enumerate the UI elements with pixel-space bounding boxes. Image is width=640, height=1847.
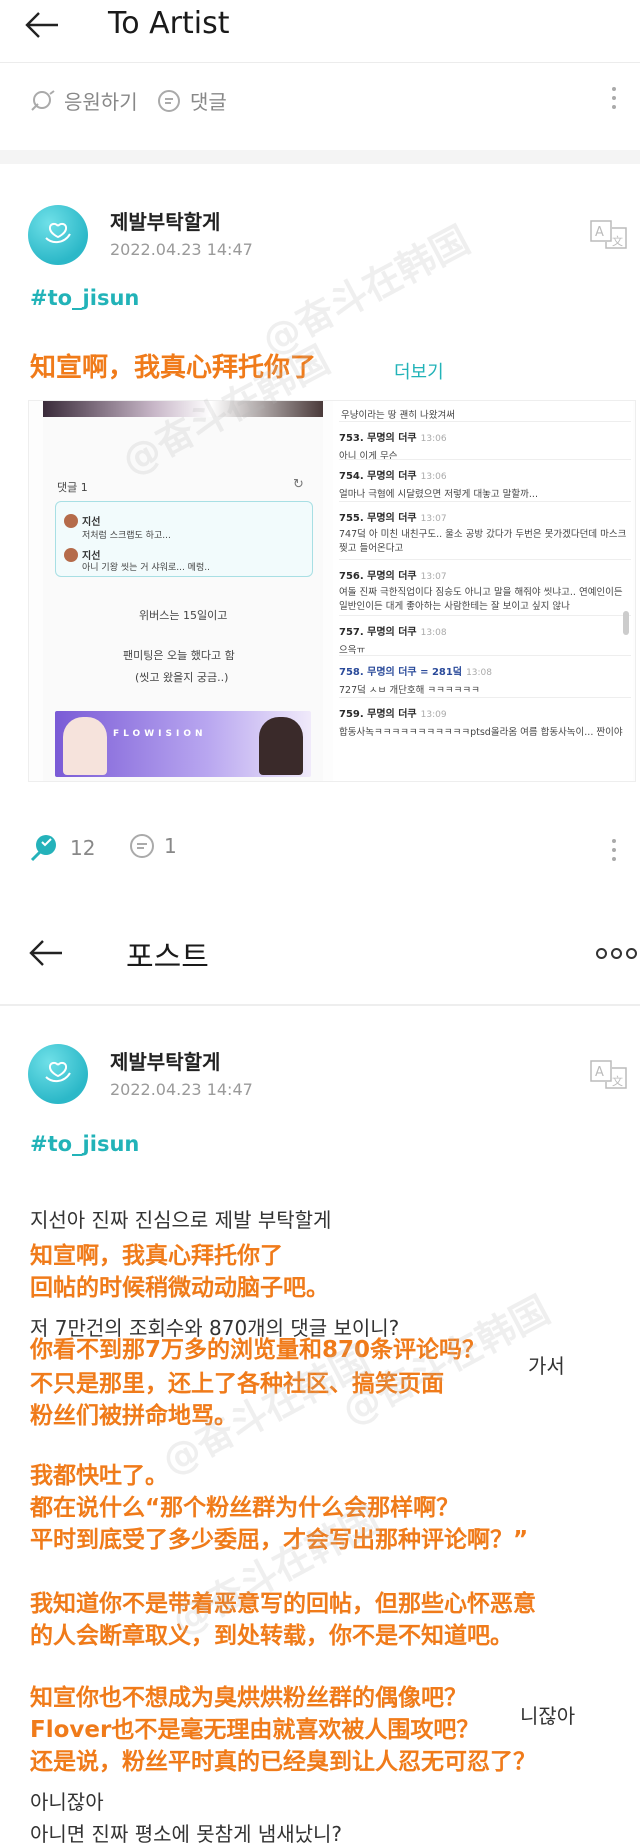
more-link[interactable]: 더보기 [394,358,444,384]
section-gap [0,150,640,164]
embed-comment-item: 755. 무명의 더쿠 13:07 747덬 아 미친 내친구도.. 울소 공방 … [339,513,627,554]
back-arrow-icon[interactable] [24,10,60,44]
svg-text:文: 文 [612,234,623,248]
embed-comment-item: 759. 무명의 더쿠 13:09 합동사녹ㅋㅋㅋㅋㅋㅋㅋㅋㅋㅋㅋptsd올라옴 … [339,709,623,738]
comment-icon [158,89,180,112]
more-menu-icon[interactable] [612,82,618,114]
avatar[interactable] [28,205,88,265]
translation-overlay: 还是说，粉丝平时真的已经臭到让人忍无可忍了？ [30,1749,536,1775]
avatar[interactable] [28,1044,88,1104]
comment-count-button[interactable]: 1 [128,832,177,860]
watermark: @奋斗在韩国 [254,217,477,364]
translate-icon[interactable]: A文 [590,1060,628,1090]
embed-comment-item: 757. 무명의 더쿠 13:08 으윽ㅠ [339,627,447,656]
embed-comment-item: 753. 무명의 더쿠 13:06 아니 이게 무슨 [339,433,447,462]
cheer-button[interactable]: 응원하기 [28,86,138,115]
svg-text:文: 文 [612,1074,623,1088]
embed-comments-header: 댓글 1 [57,481,88,494]
comment-icon [130,834,154,858]
post-author[interactable]: 제발부탁할게 [110,206,220,235]
post-body-line: 가서 [528,1354,565,1378]
divider [0,62,640,63]
fanmeeting-banner: FLOWISION [55,711,311,777]
cheer-count-button[interactable]: 12 [28,832,95,864]
divider [0,1004,640,1006]
comment-button[interactable]: 댓글 [156,86,227,115]
more-menu-icon[interactable] [612,834,618,866]
translation-overlay: 知宣你也不想成为臭烘烘粉丝群的偶像吧？ [30,1685,467,1711]
translation-overlay: 的人会断章取义，到处转载，你不是不知道吧。 [30,1623,513,1649]
translate-icon[interactable]: A文 [590,220,628,250]
post-body-line: 아니잖아 [30,1790,104,1814]
embed-comment-item: 758. 무명의 더쿠 = 281덬 13:08 727덬 ㅅㅂ 개단호해 ㅋㅋㅋ… [339,667,492,696]
back-arrow-icon[interactable] [28,938,64,972]
embed-line: 팬미팅은 오늘 했다고 함 [123,649,235,662]
embed-line: 위버스는 15일이고 [139,609,228,622]
embed-line: (씻고 왔을지 궁금..) [135,671,229,684]
post-body-line: 니잖아 [520,1704,576,1728]
page-title: 포스트 [126,940,209,975]
cheer-count: 12 [70,836,96,860]
comment-label: 댓글 [190,90,227,114]
svg-text:A: A [595,1065,604,1080]
cheer-label: 응원하기 [64,90,138,114]
translation-overlay: Flover也不是毫无理由就喜欢被人围攻吧？ [30,1717,480,1743]
refresh-icon: ↻ [293,477,304,492]
post-date: 2022.04.23 14:47 [110,1080,253,1099]
embed-top-line: 우냥이라는 땅 괜히 나왔겨써 [341,410,455,421]
attached-image[interactable]: 댓글 1 ↻ 지선 저처럼 스크랩도 하고... 지선 아니 기왕 씻는 거 샤… [28,400,636,782]
hashtag[interactable]: #to_jisun [30,286,139,310]
translation-overlay: 回帖的时候稍微动动脑子吧。 [30,1275,329,1301]
embed-comment-item: 754. 무명의 더쿠 13:06 얼마나 극혐에 시달렸으면 저렇게 대놓고 말… [339,471,538,500]
hashtag[interactable]: #to_jisun [30,1132,139,1156]
translation-overlay: 都在说什么“那个粉丝群为什么会那样啊？ [30,1495,460,1521]
page-title: To Artist [108,6,230,41]
action-bar: 응원하기 댓글 [0,76,640,132]
cheer-icon [31,89,55,111]
embed-scrollbar [623,611,629,635]
post-author[interactable]: 제발부탁할게 [110,1046,220,1075]
post-body-line: 아니면 진짜 평소에 못참게 냄새났니? [30,1822,343,1846]
svg-text:A: A [595,225,604,240]
post-date: 2022.04.23 14:47 [110,240,253,259]
embed-right-panel: 우냥이라는 땅 괜히 나왔겨써 753. 무명의 더쿠 13:06 아니 이게 무… [333,401,633,781]
more-options-icon[interactable] [592,948,637,959]
comment-count: 1 [164,834,177,858]
cheer-filled-icon [30,835,56,862]
translation-overlay: 知宣啊，我真心拜托你了 [30,1243,283,1269]
embed-comment-item: 756. 무명의 더쿠 13:07 여돌 진짜 극한직업이다 짐승도 아니고 말을… [339,571,623,612]
translation-overlay: 我都快吐了。 [30,1463,168,1489]
embed-comment-box: 지선 저처럼 스크랩도 하고... 지선 아니 기왕 씻는 거 샤워로... 메… [55,501,313,577]
post-body-line: 지선아 진짜 진심으로 제발 부탁할게 [30,1208,332,1232]
